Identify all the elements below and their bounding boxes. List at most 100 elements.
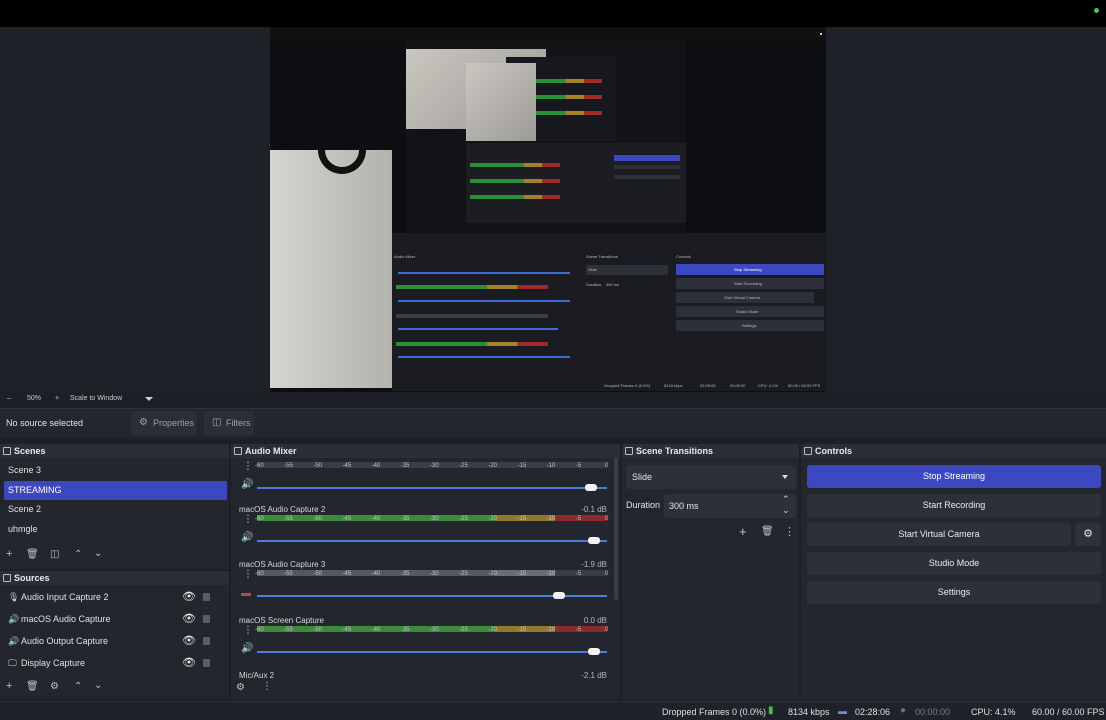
meter-ticks: -60 -55 -50 -45 -40 -35 -30 -25 -20 -15 -10 -5 0 [255, 571, 609, 579]
trash-icon[interactable]: 🗑 [26, 549, 39, 560]
chevron-down-icon[interactable] [145, 397, 153, 401]
virtual-camera-settings-gear-icon[interactable]: ⚙ [1075, 523, 1101, 546]
muted-speaker-icon[interactable]: ▬ [241, 588, 251, 599]
source-item[interactable]: 🖵 Display Capture 👁 [4, 653, 224, 674]
chevron-up-icon[interactable]: ⌃ [74, 549, 82, 560]
meter-tick: -25 [459, 516, 468, 522]
trash-icon[interactable]: 🗑 [26, 681, 39, 692]
meter-ticks: -60 -55 -50 -45 -40 -35 -30 -25 -20 -15 -10 -5 0 [255, 463, 608, 471]
scene-item[interactable]: uhmgle [4, 520, 227, 539]
zoom-in-button[interactable]: + [55, 395, 59, 402]
meter-tick: -60 [255, 463, 264, 469]
stepper-up-icon[interactable]: ⌃ [782, 494, 790, 505]
preview-canvas[interactable]: Audio Mixer Scene Transitions Controls S… [270, 27, 826, 392]
record-icon: ● [900, 705, 907, 716]
meter-tick: -10 [546, 463, 556, 469]
lock-icon[interactable] [203, 637, 210, 645]
bitrate: 8134 kbps [788, 707, 830, 717]
recursive-webcam-2 [466, 63, 536, 141]
meter-tick: -50 [313, 463, 322, 469]
kebab-menu-icon[interactable]: ⋮ [784, 525, 795, 538]
webcam-feed [270, 150, 392, 388]
volume-slider[interactable] [257, 484, 607, 491]
speaker-icon[interactable]: 🔊 [241, 532, 253, 543]
settings-button[interactable]: Settings [807, 581, 1101, 604]
speaker-icon[interactable]: 🔊 [241, 479, 253, 490]
meter-tick: -50 [313, 571, 322, 577]
kebab-menu-icon[interactable]: ⋮ [243, 569, 253, 580]
signal-icon: ▮ [768, 705, 774, 716]
speaker-icon[interactable]: 🔊 [241, 643, 253, 654]
source-status: No source selected [6, 418, 84, 428]
start-virtual-camera-button[interactable]: Start Virtual Camera [807, 523, 1071, 546]
speaker-icon: 🔊 [8, 614, 20, 624]
lock-icon[interactable] [203, 659, 210, 667]
eye-icon[interactable]: 👁 [182, 653, 196, 674]
trash-icon[interactable]: 🗑 [761, 526, 774, 537]
chevron-down-icon[interactable]: ⌄ [94, 548, 102, 559]
stop-streaming-button[interactable]: Stop Streaming [807, 465, 1101, 488]
channel-db: -0.1 dB [581, 505, 607, 514]
source-item[interactable]: 🎙 Audio Input Capture 2 👁 [4, 587, 224, 608]
meter-tick: -25 [459, 571, 468, 577]
kebab-menu-icon[interactable]: ⋮ [262, 681, 272, 692]
zoom-level: 50% [27, 395, 42, 402]
meter-tick: -40 [371, 627, 381, 633]
studio-mode-button[interactable]: Studio Mode [807, 552, 1101, 575]
meter-tick: -45 [342, 571, 352, 577]
gear-icon[interactable]: ⚙ [50, 681, 59, 692]
chevron-up-icon[interactable]: ⌃ [74, 681, 82, 692]
volume-slider-handle[interactable] [588, 537, 600, 544]
meter-tick: -15 [517, 463, 527, 469]
lock-icon[interactable] [203, 615, 210, 623]
scene-transitions-title: Scene Transitions [622, 444, 799, 458]
properties-button[interactable]: ⚙ Properties [131, 411, 197, 435]
source-item[interactable]: 🔊 Audio Output Capture 👁 [4, 631, 224, 652]
eye-icon[interactable]: 👁 [182, 631, 196, 652]
kebab-menu-icon[interactable]: ⋮ [243, 461, 253, 472]
add-source-button[interactable]: + [6, 680, 12, 692]
add-transition-button[interactable]: + [739, 524, 747, 539]
meter-tick: -35 [400, 571, 410, 577]
stepper-down-icon[interactable]: ⌄ [782, 505, 790, 516]
meter-tick: -45 [342, 516, 352, 522]
lock-icon[interactable] [203, 593, 210, 601]
volume-slider[interactable] [257, 648, 607, 655]
volume-slider-handle[interactable] [584, 484, 597, 491]
meter-tick: -5 [575, 571, 582, 577]
volume-slider-handle[interactable] [588, 648, 600, 655]
meter-tick: -55 [284, 463, 293, 469]
cpu-usage: CPU: 4.1% [971, 707, 1016, 717]
start-recording-button[interactable]: Start Recording [807, 494, 1101, 517]
chevron-down-icon[interactable]: ⌄ [94, 680, 102, 691]
scene-item[interactable]: Scene 2 [4, 500, 227, 519]
zoom-mode-select[interactable]: Scale to Window [70, 395, 122, 402]
meter-ticks: -60 -55 -50 -45 -40 -35 -30 -25 -20 -15 -10 -5 0 [255, 627, 609, 635]
meter-tick: 0 [605, 627, 609, 633]
eye-icon[interactable]: 👁 [182, 587, 196, 608]
meter-tick: -60 [255, 516, 264, 522]
eye-icon[interactable]: 👁 [182, 609, 196, 630]
scene-filter-icon[interactable]: ◫ [50, 549, 59, 560]
status-bar: Dropped Frames 0 (0.0%) ▮ 8134 kbps ▬ 02… [0, 701, 1106, 720]
monitor-icon: 🖵 [8, 658, 17, 668]
filters-button[interactable]: ◫ Filters [204, 411, 254, 435]
kebab-menu-icon[interactable]: ⋮ [243, 514, 253, 525]
sources-icon [3, 574, 11, 582]
transition-select[interactable]: Slide [626, 465, 796, 489]
duration-input[interactable]: 300 ms ⌃ ⌄ [664, 494, 796, 518]
add-scene-button[interactable]: + [6, 548, 12, 560]
volume-slider[interactable] [257, 537, 607, 544]
meter-tick: -30 [430, 571, 439, 577]
meter-tick: -60 [255, 627, 264, 633]
gear-icon[interactable]: ⚙ [236, 682, 245, 693]
source-item[interactable]: 🔊 macOS Audio Capture 👁 [4, 609, 224, 630]
scene-item-selected[interactable]: STREAMING [4, 481, 227, 500]
meter-tick: 0 [605, 571, 609, 577]
kebab-menu-icon[interactable]: ⋮ [243, 625, 253, 636]
mixer-scrollbar[interactable] [614, 458, 618, 600]
volume-slider-handle[interactable] [553, 592, 565, 599]
scene-item[interactable]: Scene 3 [4, 461, 227, 480]
volume-slider[interactable] [257, 592, 607, 599]
zoom-out-button[interactable]: – [7, 395, 11, 402]
